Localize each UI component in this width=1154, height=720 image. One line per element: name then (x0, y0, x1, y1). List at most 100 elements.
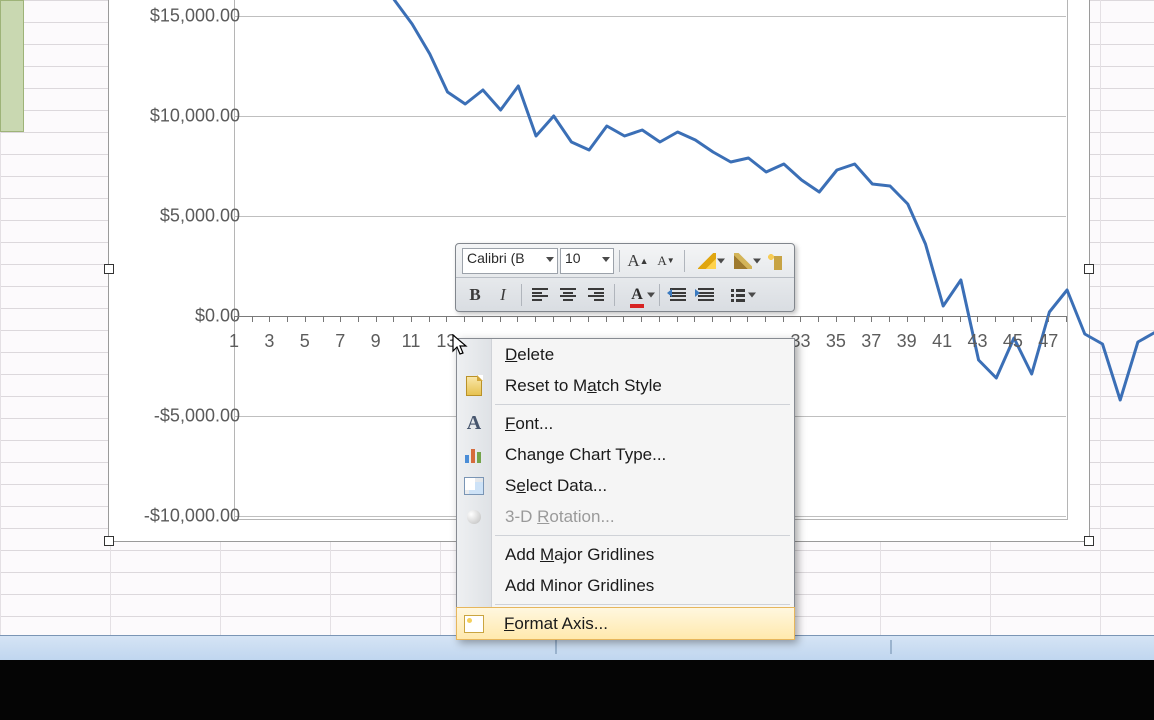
align-right-button[interactable] (583, 282, 609, 308)
increase-indent-icon (698, 288, 714, 301)
axis-context-menu[interactable]: Delete Reset to Match Style AFont...Change… (456, 338, 795, 640)
grow-font-button[interactable]: A▲ (625, 248, 651, 274)
y-tick-label: -$5,000.00 (130, 406, 240, 427)
x-tick (358, 316, 359, 322)
menu-item-seldata[interactable]: Select Data... (457, 470, 794, 501)
x-tick-label: 41 (932, 331, 952, 352)
x-tick (694, 316, 695, 322)
font-color-button[interactable]: A (620, 282, 654, 308)
menu-separator (495, 535, 790, 536)
x-tick (252, 316, 253, 322)
x-tick (960, 316, 961, 322)
x-tick (323, 316, 324, 322)
x-tick (747, 316, 748, 322)
increase-indent-button[interactable] (693, 282, 719, 308)
x-tick-label: 5 (300, 331, 310, 352)
menu-item-chgtype[interactable]: Change Chart Type... (457, 439, 794, 470)
x-tick-label: 45 (1003, 331, 1023, 352)
menu-item-label: Delete (505, 345, 554, 364)
y-tick-label: $10,000.00 (130, 106, 240, 127)
resize-handle-left[interactable] (104, 264, 114, 274)
x-tick (677, 316, 678, 322)
x-tick (500, 316, 501, 322)
bullets-button[interactable] (721, 282, 755, 308)
x-tick (393, 316, 394, 322)
decrease-indent-button[interactable] (665, 282, 691, 308)
chart-type-icon (463, 444, 485, 466)
x-tick (606, 316, 607, 322)
align-left-button[interactable] (527, 282, 553, 308)
x-tick-label: 7 (335, 331, 345, 352)
x-tick (623, 316, 624, 322)
x-tick (464, 316, 465, 322)
menu-item-fmtaxis[interactable]: Format Axis... (456, 607, 795, 640)
x-tick (836, 316, 837, 322)
x-tick (1048, 316, 1049, 322)
x-tick (553, 316, 554, 322)
menu-item-label: Select Data... (505, 476, 607, 495)
format-painter-button[interactable] (762, 248, 788, 274)
x-tick-label: 11 (402, 331, 421, 352)
menu-item-font[interactable]: AFont... (457, 408, 794, 439)
bold-button[interactable]: B (462, 282, 488, 308)
x-tick (641, 316, 642, 322)
x-tick-label: 13 (436, 331, 456, 352)
x-tick-label: 35 (826, 331, 846, 352)
x-tick (924, 316, 925, 322)
italic-button[interactable]: I (490, 282, 516, 308)
resize-handle-bottom-right[interactable] (1084, 536, 1094, 546)
x-tick (287, 316, 288, 322)
highlight-color-button[interactable] (690, 248, 724, 274)
menu-item-delete[interactable]: Delete (457, 339, 794, 370)
x-tick (977, 316, 978, 322)
menu-item-addmaj[interactable]: Add Major Gridlines (457, 539, 794, 570)
x-tick-label: 3 (264, 331, 274, 352)
y-tick-label: -$10,000.00 (130, 506, 240, 527)
x-tick (446, 316, 447, 322)
x-tick (889, 316, 890, 322)
x-tick (411, 316, 412, 322)
shape-fill-button[interactable] (726, 248, 760, 274)
blank-icon (463, 544, 485, 566)
menu-item-addmin[interactable]: Add Minor Gridlines (457, 570, 794, 601)
font-icon: A (463, 413, 485, 435)
menu-item-reset[interactable]: Reset to Match Style (457, 370, 794, 401)
x-tick (340, 316, 341, 322)
separator (684, 250, 685, 272)
x-tick-label: 47 (1038, 331, 1058, 352)
x-tick-label: 39 (897, 331, 917, 352)
menu-item-label: Format Axis... (504, 614, 608, 633)
font-name-combo[interactable]: Calibri (B (462, 248, 558, 274)
align-left-icon (532, 288, 548, 301)
format-painter-icon (766, 252, 784, 270)
select-data-icon (463, 475, 485, 497)
resize-handle-bottom-left[interactable] (104, 536, 114, 546)
y-tick-label: $15,000.00 (130, 6, 240, 27)
highlight-icon (698, 253, 716, 269)
reset-icon (463, 375, 485, 397)
x-tick (659, 316, 660, 322)
x-tick (234, 316, 235, 322)
x-tick (570, 316, 571, 322)
x-tick (818, 316, 819, 322)
x-tick-label: 9 (371, 331, 381, 352)
x-tick (783, 316, 784, 322)
x-tick (854, 316, 855, 322)
shrink-font-button[interactable]: A▼ (653, 248, 679, 274)
font-size-combo[interactable]: 10 (560, 248, 614, 274)
x-tick (942, 316, 943, 322)
font-size-value: 10 (565, 250, 581, 266)
menu-item-label: Add Minor Gridlines (505, 576, 654, 595)
x-tick (1066, 316, 1067, 322)
x-tick (907, 316, 908, 322)
menu-item-label: 3-D Rotation... (505, 507, 615, 526)
align-center-icon (560, 288, 576, 301)
x-tick (712, 316, 713, 322)
mini-format-toolbar[interactable]: Calibri (B 10 A▲ A▼ B I A (455, 243, 795, 312)
x-tick (1013, 316, 1014, 322)
sphere-icon (463, 506, 485, 528)
y-tick-label: $5,000.00 (130, 206, 240, 227)
x-tick (765, 316, 766, 322)
blank-icon (463, 344, 485, 366)
align-center-button[interactable] (555, 282, 581, 308)
